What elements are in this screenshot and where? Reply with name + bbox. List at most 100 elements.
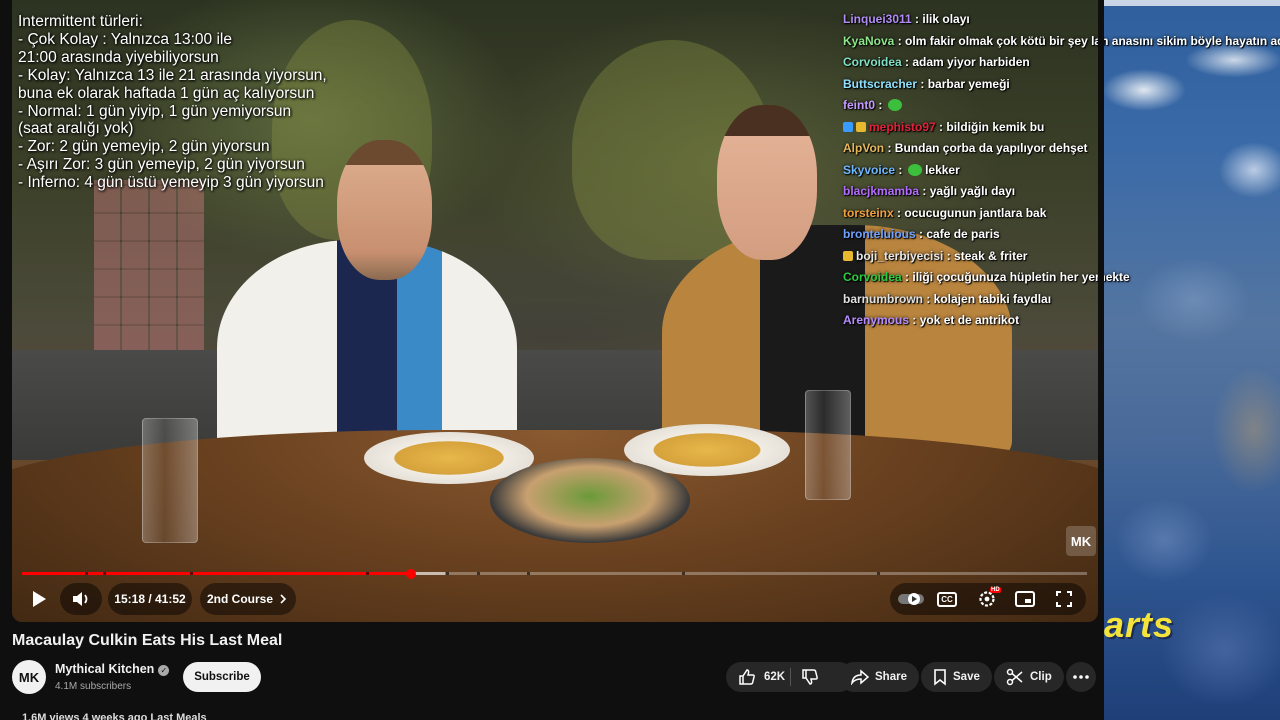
volume-icon	[73, 592, 88, 606]
progress-played	[22, 572, 412, 575]
chat-message: Skyvoice : lekker	[843, 160, 1273, 182]
clip-button[interactable]: Clip	[994, 662, 1064, 692]
chat-username[interactable]: torsteinx	[843, 206, 894, 220]
chat-username[interactable]: KyaNova	[843, 34, 894, 48]
scissors-icon	[1006, 668, 1023, 686]
chat-username[interactable]: bronteluious	[843, 227, 916, 241]
bookmark-icon	[934, 669, 946, 686]
chat-text: yok et de antrikot	[919, 313, 1020, 327]
share-label: Share	[875, 671, 907, 683]
chat-separator: :	[943, 248, 955, 263]
dislike-button[interactable]	[798, 667, 822, 687]
chat-username[interactable]: blacjkmamba	[843, 184, 919, 198]
chapter-marker	[446, 572, 449, 575]
page-gutter	[1098, 0, 1104, 720]
fullscreen-button[interactable]	[1052, 587, 1076, 611]
more-actions-button[interactable]	[1066, 662, 1096, 692]
chat-username[interactable]: boji_terbiyecisi	[856, 249, 943, 263]
chat-username[interactable]: mephisto97	[869, 120, 936, 134]
like-button[interactable]: 62K	[738, 668, 785, 686]
chapter-marker	[190, 572, 193, 575]
verified-check-icon: ✓	[158, 665, 170, 676]
chat-separator: :	[919, 184, 930, 198]
settings-button[interactable]: HD	[973, 586, 1001, 612]
subscribe-button[interactable]: Subscribe	[183, 662, 261, 692]
chat-separator: :	[917, 76, 928, 91]
like-divider	[790, 668, 791, 686]
stream-overlay-text: Intermittent türleri: - Çok Kolay : Yaln…	[18, 13, 327, 192]
person-left-head	[337, 140, 432, 280]
chat-username[interactable]: Linquei3011	[843, 12, 912, 26]
captions-button[interactable]: CC	[934, 589, 960, 609]
chapter-marker	[477, 572, 480, 575]
video-title: Macaulay Culkin Eats His Last Meal	[12, 632, 283, 649]
chat-message: Arenymous : yok et de antrikot	[843, 310, 1273, 332]
chat-username[interactable]: Buttscracher	[843, 77, 917, 91]
like-count: 62K	[764, 671, 786, 683]
autoplay-toggle[interactable]	[896, 589, 926, 609]
chat-message: Corvoidea : adam yiyor harbiden	[843, 52, 1273, 74]
chat-text: barbar yemeği	[927, 76, 1010, 91]
chat-text: adam yiyor harbiden	[912, 55, 1030, 69]
share-button[interactable]: Share	[839, 662, 919, 692]
chat-username[interactable]: barnumbrown	[843, 292, 923, 306]
wallpaper-text: arts	[1104, 604, 1175, 645]
chapter-marker	[366, 572, 369, 575]
chat-text: bildiğin kemik bu	[946, 119, 1045, 134]
progress-bar[interactable]	[22, 572, 1087, 575]
chat-text: yağlı yağlı dayı	[929, 184, 1016, 198]
channel-avatar[interactable]: MK	[12, 660, 46, 694]
autoplay-icon	[898, 593, 924, 605]
chat-message: torsteinx : ocucugunun jantlara bak	[843, 203, 1273, 225]
chat-overlay: Linquei3011 : ilik olayı KyaNova : olm fa…	[843, 9, 1280, 332]
chat-username[interactable]: Arenymous	[843, 313, 909, 327]
chat-separator: :	[893, 205, 905, 220]
chat-separator: :	[901, 270, 913, 284]
save-label: Save	[953, 671, 980, 683]
chat-separator: :	[909, 313, 920, 327]
chat-message: Buttscracher : barbar yemeği	[843, 74, 1273, 96]
chat-message: blacjkmamba : yağlı yağlı dayı	[843, 181, 1273, 203]
clip-label: Clip	[1030, 671, 1052, 683]
chat-username[interactable]: AlpVon	[843, 141, 884, 155]
channel-name[interactable]: Mythical Kitchen ✓	[55, 662, 170, 676]
chat-message: Linquei3011 : ilik olayı	[843, 9, 1273, 31]
thumbs-down-icon	[802, 669, 818, 685]
progress-buffered	[411, 572, 445, 575]
chat-username[interactable]: Skyvoice	[843, 163, 895, 177]
chat-separator: :	[935, 119, 947, 134]
chat-separator: :	[923, 291, 934, 306]
chat-text: Bundan çorba da yapılıyor dehşet	[894, 141, 1088, 155]
miniplayer-button[interactable]	[1012, 589, 1038, 609]
fullscreen-icon	[1056, 591, 1072, 607]
hd-badge: HD	[990, 587, 1001, 593]
chat-separator: :	[884, 141, 895, 155]
chat-message: AlpVon : Bundan çorba da yapılıyor dehşe…	[843, 138, 1273, 160]
chat-message: barnumbrown : kolajen tabiki faydlaı	[843, 289, 1273, 311]
chat-text: olm fakir olmak çok kötü bir şey lan ana…	[905, 33, 1280, 48]
play-icon	[33, 591, 46, 607]
chat-separator: :	[915, 227, 927, 241]
chat-message: mephisto97 : bildiğin kemik bu	[843, 117, 1273, 139]
chapter-marker	[103, 572, 106, 575]
chat-message: boji_terbiyecisi : steak & friter	[843, 246, 1273, 268]
pepe-emote-icon	[887, 99, 902, 111]
chat-username[interactable]: Corvoidea	[843, 55, 902, 69]
chat-username[interactable]: Corvoidea	[843, 270, 902, 284]
chat-message: feint0 :	[843, 95, 1273, 117]
chat-message: bronteluious : cafe de paris	[843, 224, 1273, 246]
chapter-button[interactable]: 2nd Course	[200, 583, 296, 615]
chat-username[interactable]: feint0	[843, 98, 875, 112]
chat-separator: :	[875, 98, 886, 112]
time-display: 15:18 / 41:52	[108, 583, 192, 615]
volume-button[interactable]	[60, 583, 102, 615]
save-button[interactable]: Save	[921, 662, 992, 692]
chat-message: KyaNova : olm fakir olmak çok kötü bir ş…	[843, 31, 1280, 53]
chat-separator: :	[911, 12, 923, 26]
channel-watermark[interactable]: MK	[1066, 526, 1096, 556]
chapter-label: 2nd Course	[206, 592, 273, 606]
share-icon	[851, 669, 869, 685]
play-button[interactable]	[26, 586, 52, 612]
chat-message: Corvoidea : iliği çocuğunuza hüpletin he…	[843, 267, 1273, 289]
chat-separator: :	[895, 162, 906, 177]
